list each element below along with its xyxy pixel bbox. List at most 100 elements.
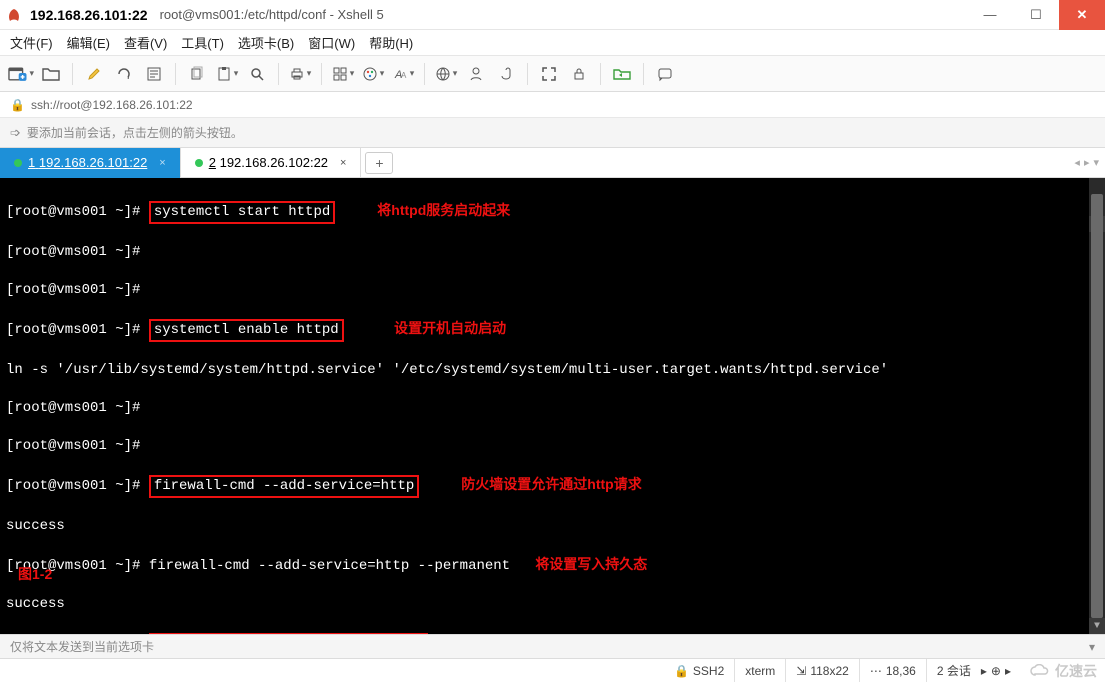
terminal-line: [root@vms001 ~]# [6, 399, 1099, 418]
status-proto-label: SSH2 [693, 664, 724, 678]
address-bar: 🔒 ssh://root@192.168.26.101:22 [0, 92, 1105, 118]
prompt: [root@vms001 ~]# [6, 322, 149, 338]
menu-view[interactable]: 查看(V) [124, 33, 167, 52]
tab-nav: ◂ ▸ ▾ [1074, 156, 1105, 169]
sessions-nav-left-icon[interactable]: ▸ [981, 664, 987, 678]
new-session-button[interactable] [8, 61, 34, 87]
user-button[interactable] [463, 61, 489, 87]
menu-file[interactable]: 文件(F) [10, 33, 53, 52]
status-protocol: 🔒 SSH2 [664, 659, 734, 682]
menu-help[interactable]: 帮助(H) [369, 33, 413, 52]
xftp-button[interactable] [609, 61, 635, 87]
hint-bar: ➩ 要添加当前会话，点击左侧的箭头按钮。 [0, 118, 1105, 148]
maximize-button[interactable]: ☐ [1013, 0, 1059, 30]
session-tab-1[interactable]: 1 192.168.26.101:22 × [0, 148, 181, 178]
tab-close-icon[interactable]: × [159, 157, 165, 169]
status-dot-icon [14, 159, 22, 167]
svg-text:A: A [401, 71, 407, 80]
terminal-line: success [6, 517, 1099, 536]
titlebar: 192.168.26.101:22 root@vms001:/etc/httpd… [0, 0, 1105, 30]
print-button[interactable] [287, 61, 313, 87]
input-mode-dropdown-icon[interactable]: ▾ [1089, 640, 1095, 654]
figure-label: 图1-2 [18, 565, 52, 584]
annotation: 将设置写入持久态 [535, 556, 647, 572]
layout-button[interactable] [330, 61, 356, 87]
script-button[interactable] [493, 61, 519, 87]
font-button[interactable]: AA [390, 61, 416, 87]
status-dot-icon [195, 159, 203, 167]
position-icon: ⋯ [870, 664, 882, 678]
tab-index: 1 [28, 155, 35, 170]
tab-next-icon[interactable]: ▸ [1084, 156, 1090, 169]
sessions-add-icon[interactable]: ⊕ [991, 664, 1001, 678]
tab-label: 192.168.26.102:22 [220, 155, 328, 170]
menubar: 文件(F) 编辑(E) 查看(V) 工具(T) 选项卡(B) 窗口(W) 帮助(… [0, 30, 1105, 56]
menu-edit[interactable]: 编辑(E) [67, 33, 110, 52]
menu-tools[interactable]: 工具(T) [181, 33, 224, 52]
watermark: 亿速云 [1029, 661, 1097, 681]
fullscreen-button[interactable] [536, 61, 562, 87]
annotation: 防火墙设置允许通过http请求 [461, 476, 641, 492]
input-mode-bar[interactable]: 仅将文本发送到当前选项卡 ▾ [0, 634, 1105, 658]
command-highlight: systemctl start httpd [149, 201, 335, 224]
terminal-scrollbar[interactable]: ▲ ▼ [1089, 178, 1105, 634]
terminal[interactable]: [root@vms001 ~]# systemctl start httpd 将… [0, 178, 1105, 634]
scroll-down-icon[interactable]: ▼ [1089, 618, 1105, 634]
open-folder-button[interactable] [38, 61, 64, 87]
terminal-line: [root@vms001 ~]# [6, 243, 1099, 262]
input-mode-text: 仅将文本发送到当前选项卡 [10, 638, 154, 655]
terminal-line: [root@vms001 ~]# [6, 437, 1099, 456]
menu-window[interactable]: 窗口(W) [308, 33, 355, 52]
annotation: 设置开机自动启动 [394, 320, 506, 336]
status-position: ⋯ 18,36 [859, 659, 926, 682]
command-highlight: systemctl enable httpd [149, 319, 344, 342]
sessions-nav-right-icon[interactable]: ▸ [1005, 664, 1011, 678]
add-tab-button[interactable]: + [365, 152, 393, 174]
command-highlight: firewall-cmd --add-service=https [149, 633, 428, 634]
paste-button[interactable] [214, 61, 240, 87]
address-url[interactable]: ssh://root@192.168.26.101:22 [31, 98, 193, 112]
status-size-value: 118x22 [810, 664, 848, 678]
status-sessions-label: 2 会话 [937, 662, 971, 679]
session-tab-2[interactable]: 2 192.168.26.102:22 × [181, 148, 362, 178]
encoding-button[interactable] [433, 61, 459, 87]
highlight-button[interactable] [81, 61, 107, 87]
scroll-thumb[interactable] [1091, 194, 1103, 618]
tab-prev-icon[interactable]: ◂ [1074, 156, 1080, 169]
title-path: root@vms001:/etc/httpd/conf - Xshell 5 [160, 7, 384, 22]
session-tabbar: 1 192.168.26.101:22 × 2 192.168.26.102:2… [0, 148, 1105, 178]
hint-text: 要添加当前会话，点击左侧的箭头按钮。 [27, 124, 243, 141]
close-button[interactable]: ✕ [1059, 0, 1105, 30]
watermark-text: 亿速云 [1055, 661, 1097, 681]
title-host: 192.168.26.101:22 [30, 7, 148, 23]
lock-button[interactable] [566, 61, 592, 87]
menu-tabs[interactable]: 选项卡(B) [238, 33, 294, 52]
help-button[interactable] [652, 61, 678, 87]
properties-button[interactable] [141, 61, 167, 87]
lock-icon: 🔒 [674, 664, 689, 678]
status-size: ⇲ 118x22 [785, 659, 859, 682]
copy-button[interactable] [184, 61, 210, 87]
terminal-line: [root@vms001 ~]# firewall-cmd --add-serv… [6, 558, 510, 574]
tab-label: 192.168.26.101:22 [39, 155, 147, 170]
color-scheme-button[interactable] [360, 61, 386, 87]
prompt: [root@vms001 ~]# [6, 478, 149, 494]
status-sessions: 2 会话 ▸ ⊕ ▸ [926, 659, 1021, 682]
minimize-button[interactable]: — [967, 0, 1013, 30]
terminal-line: [root@vms001 ~]# [6, 281, 1099, 300]
statusbar: 🔒 SSH2 xterm ⇲ 118x22 ⋯ 18,36 2 会话 ▸ ⊕ ▸… [0, 658, 1105, 682]
cloud-icon [1029, 664, 1051, 678]
annotation: 将httpd服务启动起来 [377, 202, 510, 218]
hint-arrow-icon[interactable]: ➩ [10, 125, 21, 141]
prompt: [root@vms001 ~]# [6, 204, 149, 220]
tab-close-icon[interactable]: × [340, 157, 346, 169]
lock-icon: 🔒 [10, 98, 25, 112]
reconnect-button[interactable] [111, 61, 137, 87]
tab-index: 2 [209, 155, 216, 170]
terminal-line: success [6, 595, 1099, 614]
resize-icon: ⇲ [796, 664, 806, 678]
toolbar: AA [0, 56, 1105, 92]
tab-menu-icon[interactable]: ▾ [1093, 156, 1099, 169]
find-button[interactable] [244, 61, 270, 87]
command-highlight: firewall-cmd --add-service=http [149, 475, 419, 498]
